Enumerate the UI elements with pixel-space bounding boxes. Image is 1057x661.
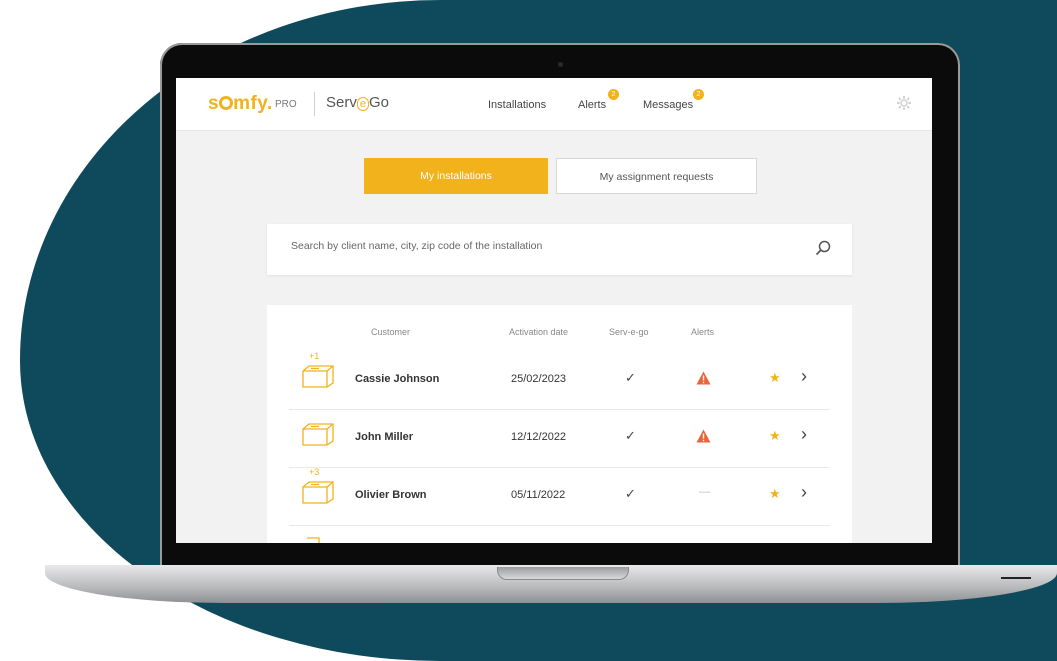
extra-devices-count: +3 — [309, 467, 320, 477]
tab-assignment-requests[interactable]: My assignment requests — [556, 158, 757, 194]
chevron-right-icon[interactable]: › — [801, 482, 807, 503]
messages-badge: 2 — [693, 89, 704, 100]
laptop-base — [45, 565, 1057, 603]
customer-name: Cassie Johnson — [355, 373, 440, 385]
installations-table: Customer Activation date Serv-e-go Alert… — [267, 305, 852, 543]
customer-name: John Miller — [355, 431, 414, 443]
nav-divider — [314, 92, 315, 116]
check-icon: ✓ — [625, 486, 636, 501]
no-alert-dash: — — [699, 486, 710, 498]
device-box-icon — [302, 423, 334, 446]
header-alerts: Alerts — [691, 327, 715, 337]
header-activation-date: Activation date — [509, 327, 569, 337]
nav-messages[interactable]: Messages — [643, 99, 693, 111]
tab-my-installations[interactable]: My installations — [364, 158, 548, 194]
servego-logo: Serv e Go — [326, 94, 389, 111]
camera — [558, 62, 563, 67]
check-icon: ✓ — [625, 370, 636, 385]
warning-icon — [696, 371, 711, 385]
favorite-star-icon[interactable]: ★ — [769, 428, 781, 444]
laptop-notch — [497, 567, 629, 580]
search-input[interactable] — [289, 239, 773, 253]
laptop-indicator — [1001, 577, 1031, 579]
customer-name: Olivier Brown — [355, 489, 427, 501]
gear-icon[interactable] — [896, 95, 912, 111]
chevron-right-icon[interactable]: › — [801, 366, 807, 387]
check-icon: ✓ — [625, 428, 636, 443]
table-row[interactable]: +3 Olivier Brown 05/11/2022 ✓ — ★ › — [289, 467, 830, 526]
alerts-badge: 2 — [608, 89, 619, 100]
logo-pro-label: PRO — [275, 99, 297, 110]
chevron-right-icon[interactable]: › — [801, 424, 807, 445]
warning-icon — [696, 429, 711, 443]
table-row[interactable]: +1 Cassie Johnson 25/02/2023 ✓ ★ › — [289, 351, 830, 410]
table-row[interactable] — [289, 525, 830, 543]
search-icon[interactable] — [814, 239, 832, 257]
nav-alerts[interactable]: Alerts — [578, 99, 606, 111]
activation-date: 12/12/2022 — [511, 431, 567, 443]
device-box-icon — [307, 537, 320, 543]
top-nav: s mfy. PRO Serv e Go Installations Alerts 2… — [176, 78, 932, 131]
search-bar — [267, 224, 852, 275]
favorite-star-icon[interactable]: ★ — [769, 486, 781, 502]
somfy-logo[interactable]: s mfy. — [208, 93, 273, 115]
favorite-star-icon[interactable]: ★ — [769, 370, 781, 386]
activation-date: 05/11/2022 — [511, 489, 566, 501]
laptop-screen: s mfy. PRO Serv e Go Installations Alerts 2… — [176, 78, 932, 543]
nav-installations[interactable]: Installations — [488, 99, 546, 111]
activation-date: 25/02/2023 — [511, 373, 567, 385]
device-box-icon — [302, 481, 334, 504]
extra-devices-count: +1 — [309, 351, 320, 361]
device-box-icon — [302, 365, 334, 388]
header-customer: Customer — [371, 327, 411, 337]
table-row[interactable]: John Miller 12/12/2022 ✓ ★ › — [289, 409, 830, 468]
header-serv-e-go: Serv-e-go — [609, 327, 649, 337]
